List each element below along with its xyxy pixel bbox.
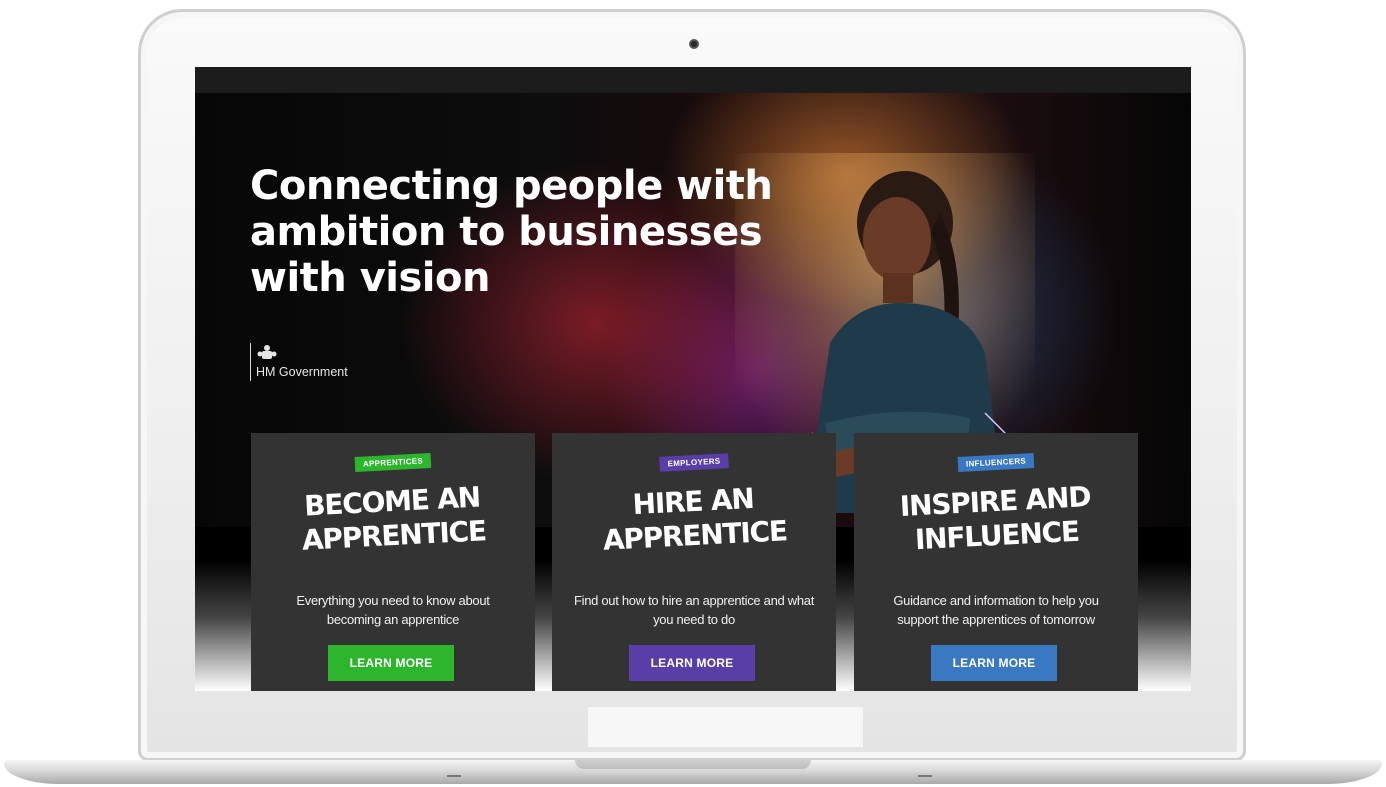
card-description: Guidance and information to help you sup…	[893, 593, 1099, 627]
card-tag: INFLUENCERS	[957, 453, 1035, 472]
laptop-screen: Connecting people with ambition to busin…	[195, 67, 1191, 691]
hero-headline: Connecting people with ambition to busin…	[250, 163, 773, 301]
card-description: Everything you need to know about becomi…	[296, 593, 490, 627]
card-title: INSPIRE AND INFLUENCE	[899, 480, 1092, 557]
learn-more-button[interactable]: LEARN MORE	[931, 645, 1057, 681]
learn-more-button[interactable]: LEARN MORE	[328, 645, 454, 681]
card-title: HIRE AN APPRENTICE	[602, 481, 788, 557]
laptop-bezel-label	[588, 707, 863, 747]
learn-more-button[interactable]: LEARN MORE	[629, 645, 755, 681]
laptop-base-notch	[575, 760, 811, 769]
card-tag: APPRENTICES	[354, 453, 432, 472]
card-employers: EMPLOYERS HIRE AN APPRENTICE Find out ho…	[552, 433, 836, 691]
gov-label: HM Government	[256, 365, 348, 379]
hm-government-logo: HM Government	[250, 343, 348, 381]
laptop-foot	[447, 775, 461, 777]
card-tag: EMPLOYERS	[659, 453, 729, 472]
royal-crest-icon	[257, 345, 277, 359]
camera-icon	[689, 39, 699, 49]
card-influencers: INFLUENCERS INSPIRE AND INFLUENCE Guidan…	[854, 433, 1138, 691]
site-top-bar	[195, 67, 1191, 93]
laptop-foot	[918, 775, 932, 777]
card-description: Find out how to hire an apprentice and w…	[573, 593, 815, 627]
card-title: BECOME AN APPRENTICE	[301, 480, 487, 557]
card-apprentices: APPRENTICES BECOME AN APPRENTICE Everyth…	[251, 433, 535, 691]
